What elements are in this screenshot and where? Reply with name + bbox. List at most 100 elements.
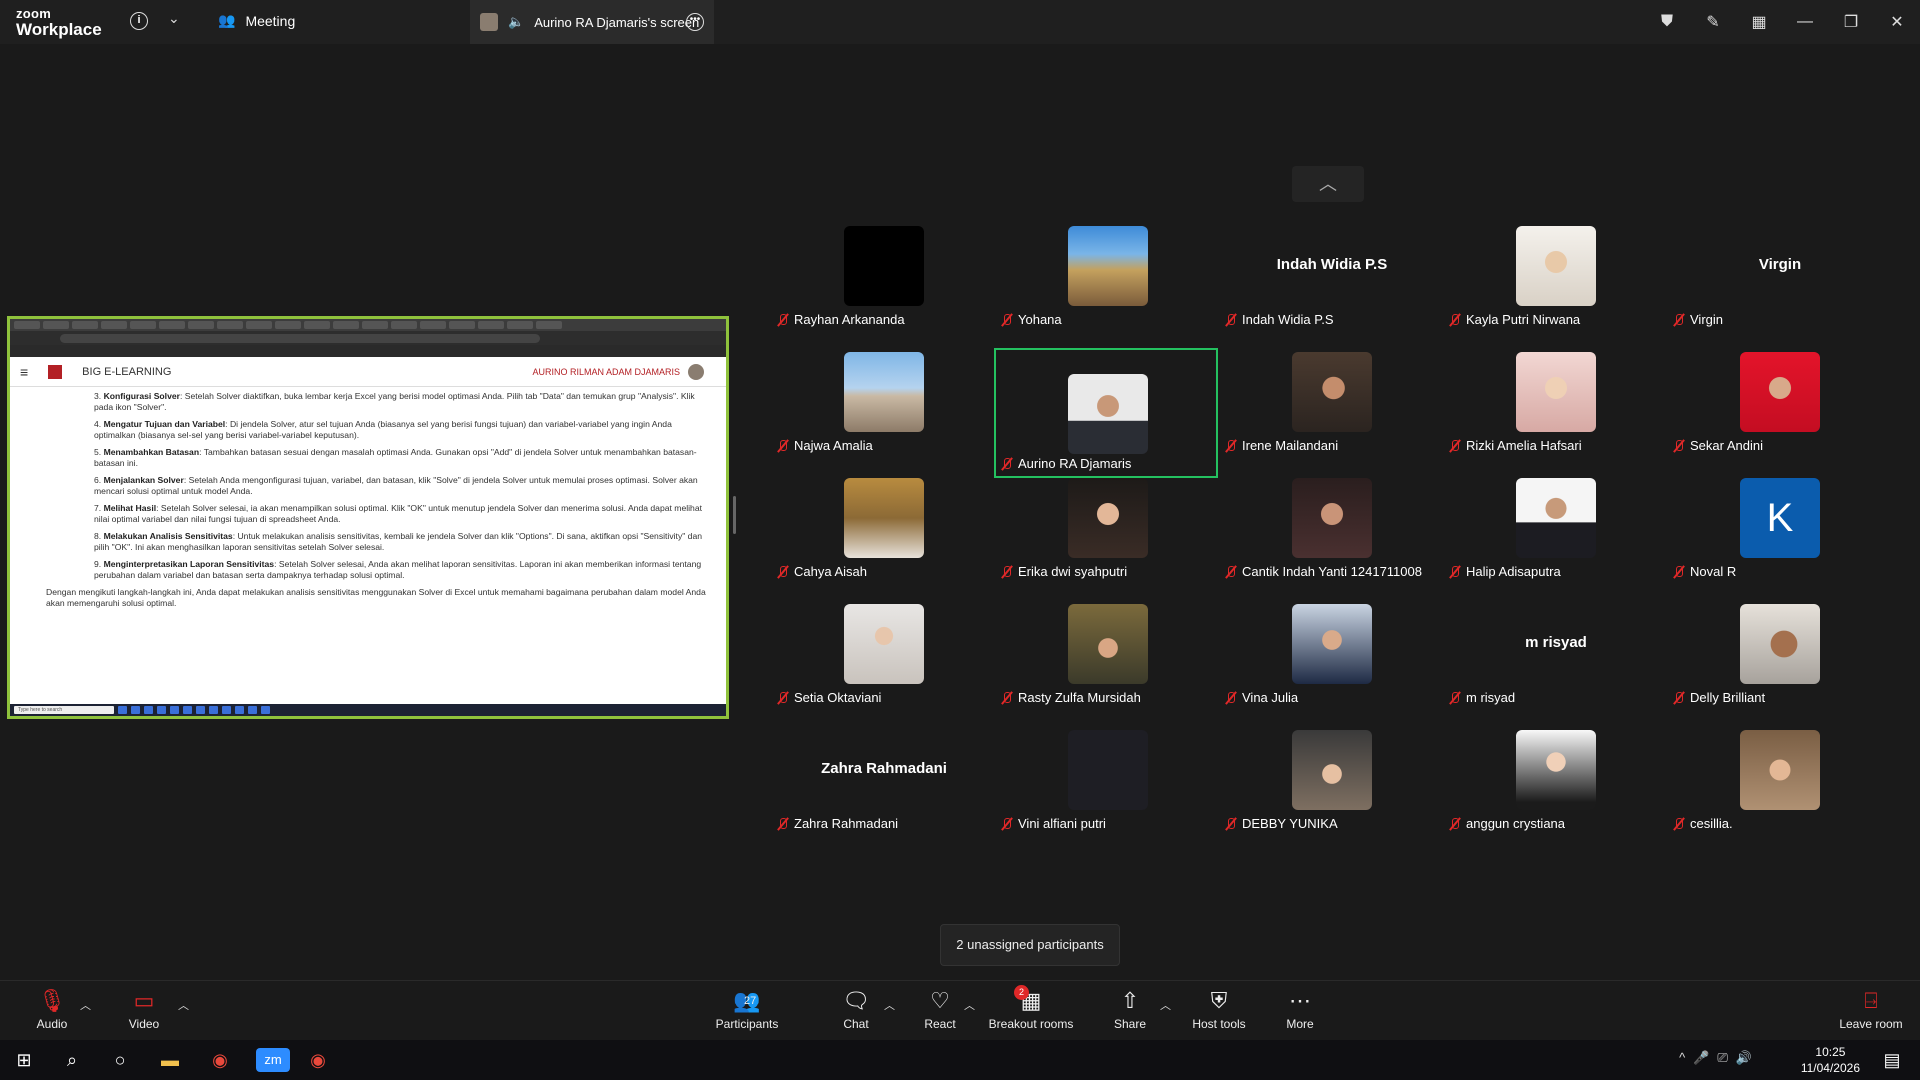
search-icon[interactable]: ⌕	[60, 1048, 84, 1072]
audio-options-caret[interactable]: ︿	[80, 997, 91, 1013]
react-button[interactable]: ♡ React	[920, 987, 960, 1031]
share-options-caret[interactable]: ︿	[1160, 997, 1171, 1013]
browser-tab-strip	[10, 319, 726, 331]
participant-name: Vina Julia	[1242, 690, 1299, 705]
participant-tile[interactable]: Zahra Rahmadani Zahra Rahmadani	[772, 730, 996, 856]
participant-name-label: Zahra Rahmadani	[776, 816, 898, 831]
view-layout-icon[interactable]: ▦	[1736, 12, 1782, 32]
host-shield-icon: ⛨	[1210, 988, 1228, 1013]
participant-tile[interactable]: Erika dwi syahputri	[996, 478, 1220, 604]
participant-name: Cahya Aisah	[794, 564, 867, 579]
video-options-caret[interactable]: ︿	[178, 997, 189, 1013]
participants-button[interactable]: 👥 27 Participants	[712, 987, 782, 1031]
participant-video	[844, 226, 924, 306]
security-shield-icon[interactable]: ⛊	[1644, 13, 1690, 31]
annotate-pen-icon[interactable]: ✎	[1690, 12, 1736, 32]
microphone-muted-icon	[1448, 439, 1462, 453]
participant-tile[interactable]: Irene Mailandani	[1220, 352, 1444, 478]
participant-tile[interactable]: Cahya Aisah	[772, 478, 996, 604]
participant-name: Aurino RA Djamaris	[1018, 456, 1132, 471]
microphone-muted-icon	[1672, 817, 1686, 831]
participant-tile[interactable]: K Noval R	[1668, 478, 1892, 604]
chat-icon: 🗨	[842, 988, 870, 1013]
participant-tile[interactable]: Setia Oktaviani	[772, 604, 996, 730]
chrome-icon[interactable]: ◉	[208, 1048, 232, 1072]
shared-screen-tab[interactable]: 🔈 Aurino RA Djamaris's screen •••	[470, 0, 714, 44]
system-tray[interactable]: ^🎤⎚🔊	[1679, 1050, 1760, 1066]
participant-tile[interactable]: Aurino RA Djamaris	[994, 348, 1218, 478]
react-options-caret[interactable]: ︿	[964, 997, 975, 1013]
clock[interactable]: 10:25 11/04/2026	[1801, 1044, 1860, 1076]
participant-name: Noval R	[1690, 564, 1737, 579]
participant-tile[interactable]: cesillia.	[1668, 730, 1892, 856]
participant-tile[interactable]: anggun crystiana	[1444, 730, 1668, 856]
step-title: Melihat Hasil	[103, 503, 157, 513]
participant-tile[interactable]: Virgin Virgin	[1668, 226, 1892, 352]
gallery-page-up-button[interactable]: ︿	[1292, 166, 1364, 202]
participant-tile[interactable]: Sekar Andini	[1668, 352, 1892, 478]
zoom-app-icon[interactable]: zm	[256, 1048, 290, 1072]
video-button[interactable]: ▭ Video	[124, 987, 164, 1031]
elearning-header: ≡ BIG E-LEARNING AURINO RILMAN ADAM DJAM…	[10, 357, 726, 387]
participant-name-label: Aurino RA Djamaris	[1000, 456, 1131, 471]
microphone-muted-icon	[1672, 691, 1686, 705]
participant-tile[interactable]: Halip Adisaputra	[1444, 478, 1668, 604]
step-list: 3. Konfigurasi Solver: Setelah Solver di…	[70, 391, 710, 581]
participant-name: Najwa Amalia	[794, 438, 873, 453]
split-resize-handle[interactable]	[733, 496, 736, 534]
participant-name-label: Rizki Amelia Hafsari	[1448, 438, 1582, 453]
participant-tile[interactable]: Delly Brilliant	[1668, 604, 1892, 730]
leave-icon: ⍈	[1864, 988, 1878, 1013]
restore-icon[interactable]: ❐	[1828, 12, 1874, 32]
participant-tile[interactable]: Najwa Amalia	[772, 352, 996, 478]
participant-tile[interactable]: Vina Julia	[1220, 604, 1444, 730]
breakout-badge: 2	[1014, 985, 1029, 1000]
participant-tile[interactable]: DEBBY YUNIKA	[1220, 730, 1444, 856]
participant-tile[interactable]: Rizki Amelia Hafsari	[1444, 352, 1668, 478]
participant-tile[interactable]: Kayla Putri Nirwana	[1444, 226, 1668, 352]
audio-button[interactable]: 🎙 Audio	[32, 987, 72, 1031]
user-name: AURINO RILMAN ADAM DJAMARIS	[532, 366, 680, 377]
participant-video	[1068, 730, 1148, 810]
minimize-icon[interactable]: —	[1782, 13, 1828, 31]
microphone-muted-icon	[1224, 565, 1238, 579]
step-title: Konfigurasi Solver	[103, 391, 180, 401]
file-explorer-icon[interactable]: ▬	[158, 1048, 182, 1072]
meeting-tab[interactable]: 👥 Meeting	[218, 12, 295, 29]
participant-tile[interactable]: m risyad m risyad	[1444, 604, 1668, 730]
participant-tile[interactable]: Rasty Zulfa Mursidah	[996, 604, 1220, 730]
participant-tile[interactable]: Vini alfiani putri	[996, 730, 1220, 856]
task-view-icon[interactable]: ○	[108, 1048, 132, 1072]
participant-tile[interactable]: Cantik Indah Yanti 1241711008	[1220, 478, 1444, 604]
meeting-toolbar: 🎙 Audio ︿ ▭ Video ︿ 👥 27 Participants 🗨 C…	[0, 980, 1920, 1040]
participant-tile[interactable]: Rayhan Arkananda	[772, 226, 996, 352]
meeting-tab-label: Meeting	[245, 12, 296, 29]
step-item: 9. Menginterpretasikan Laporan Sensitivi…	[94, 559, 710, 581]
zoom-logo: zoom Workplace	[16, 7, 102, 38]
leave-room-button[interactable]: ⍈ Leave room	[1836, 987, 1906, 1031]
participant-tile[interactable]: Indah Widia P.S Indah Widia P.S	[1220, 226, 1444, 352]
step-title: Menginterpretasikan Laporan Sensitivitas	[103, 559, 275, 569]
participant-name: Rizki Amelia Hafsari	[1466, 438, 1582, 453]
notifications-icon[interactable]: ▤	[1880, 1048, 1904, 1072]
breakout-rooms-button[interactable]: ▦ 2 Breakout rooms	[986, 985, 1076, 1031]
info-icon[interactable]: i	[130, 12, 148, 30]
logo-line2: Workplace	[16, 20, 102, 39]
chevron-down-icon[interactable]: ⌄	[168, 10, 180, 27]
more-button[interactable]: ⋯ More	[1280, 987, 1320, 1031]
shared-screen[interactable]: ≡ BIG E-LEARNING AURINO RILMAN ADAM DJAM…	[7, 316, 729, 719]
chrome-profile-icon[interactable]: ◉	[306, 1048, 330, 1072]
close-icon[interactable]: ✕	[1874, 12, 1920, 32]
chat-button[interactable]: 🗨 Chat	[836, 987, 876, 1031]
more-options-icon[interactable]: •••	[686, 13, 704, 31]
host-tools-button[interactable]: ⛨ Host tools	[1188, 987, 1250, 1031]
logo-line1: zoom	[16, 6, 52, 21]
windows-start-icon[interactable]: ⊞	[12, 1048, 36, 1072]
clock-date: 11/04/2026	[1800, 1061, 1860, 1075]
chat-options-caret[interactable]: ︿	[884, 997, 895, 1013]
participant-name: Halip Adisaputra	[1466, 564, 1561, 579]
participant-name: cesillia.	[1690, 816, 1733, 831]
participant-name-label: m risyad	[1448, 690, 1515, 705]
participant-tile[interactable]: Yohana	[996, 226, 1220, 352]
share-button[interactable]: ⇧ Share	[1110, 987, 1150, 1031]
